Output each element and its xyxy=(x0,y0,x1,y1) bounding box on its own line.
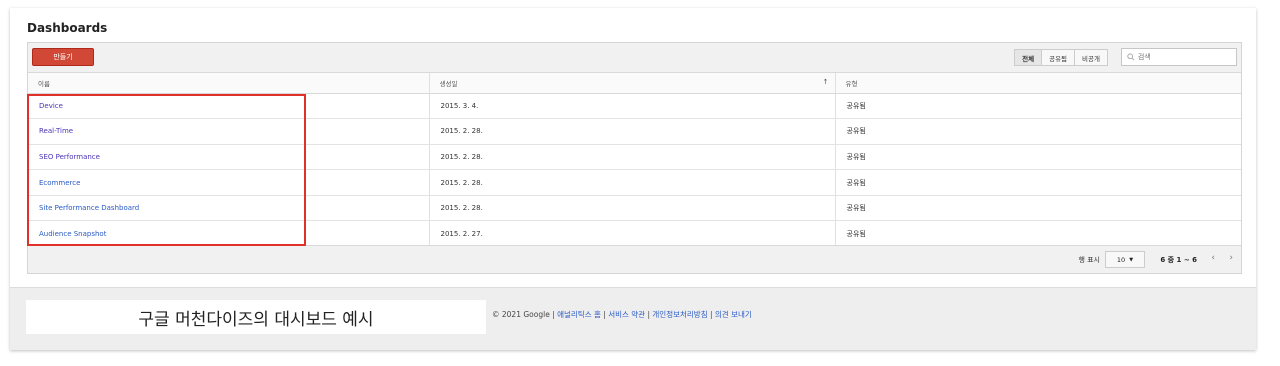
type-cell: 공유됨 xyxy=(835,195,1241,222)
created-date-cell: 2015. 2. 28. xyxy=(429,169,836,196)
toolbar: 만들기 전체 공유됨 비공개 xyxy=(28,43,1241,73)
created-date-cell: 2015. 2. 28. xyxy=(429,144,836,171)
table-row: Audience Snapshot 2015. 2. 27. 공유됨 xyxy=(28,220,1241,248)
search-box[interactable] xyxy=(1121,48,1237,66)
table-row: Real-Time 2015. 2. 28. 공유됨 xyxy=(28,118,1241,145)
search-icon xyxy=(1127,53,1135,61)
table-row: Ecommerce 2015. 2. 28. 공유됨 xyxy=(28,169,1241,196)
footer-link-analytics-home[interactable]: 애널리틱스 홈 xyxy=(557,310,601,319)
filter-all[interactable]: 전체 xyxy=(1014,49,1043,66)
column-header-name[interactable]: 이름 xyxy=(28,73,430,94)
caption: 구글 머천다이즈의 대시보드 예시 xyxy=(26,300,486,334)
next-page-icon[interactable]: › xyxy=(1229,253,1233,263)
table-header-row: 이름 생성일 ↑ 유형 xyxy=(28,73,1241,94)
created-date-cell: 2015. 3. 4. xyxy=(429,93,836,120)
type-cell: 공유됨 xyxy=(835,93,1241,120)
footer-link-feedback[interactable]: 의견 보내기 xyxy=(715,310,752,319)
dashboard-name-cell: Audience Snapshot xyxy=(28,220,430,248)
page-title: Dashboards xyxy=(27,21,108,35)
search-input[interactable] xyxy=(1137,53,1236,61)
rows-per-page-label: 행 표시 xyxy=(1078,256,1100,264)
created-date-cell: 2015. 2. 28. xyxy=(429,195,836,222)
type-cell: 공유됨 xyxy=(835,220,1241,248)
dashboards-card: Dashboards 만들기 전체 공유됨 비공개 검색 이름 생성일 ↑ 유형… xyxy=(10,8,1256,288)
dashboard-link-ecommerce[interactable]: Ecommerce xyxy=(39,179,80,187)
rows-per-page-select[interactable]: 10 ▼ xyxy=(1105,251,1145,268)
prev-page-icon[interactable]: ‹ xyxy=(1211,253,1215,263)
dashboard-link-real-time[interactable]: Real-Time xyxy=(39,127,73,135)
column-header-date[interactable]: 생성일 ↑ xyxy=(429,73,836,94)
dashboard-name-cell: Real-Time xyxy=(28,118,430,145)
table-row: Site Performance Dashboard 2015. 2. 28. … xyxy=(28,195,1241,222)
dashboards-table: 이름 생성일 ↑ 유형 Device 2015. 3. 4. 공유됨 Real-T… xyxy=(28,73,1241,248)
created-date-cell: 2015. 2. 28. xyxy=(429,118,836,145)
footer-link-privacy[interactable]: 개인정보처리방침 xyxy=(652,310,707,319)
type-cell: 공유됨 xyxy=(835,169,1241,196)
filter-private[interactable]: 비공개 xyxy=(1074,49,1108,66)
dashboard-link-seo-performance[interactable]: SEO Performance xyxy=(39,153,100,161)
column-header-type[interactable]: 유형 xyxy=(835,73,1241,94)
create-button[interactable]: 만들기 xyxy=(32,48,94,66)
table-row: SEO Performance 2015. 2. 28. 공유됨 xyxy=(28,144,1241,171)
dashboards-panel: 만들기 전체 공유됨 비공개 이름 xyxy=(27,42,1242,274)
table-row: Device 2015. 3. 4. 공유됨 xyxy=(28,93,1241,120)
type-cell: 공유됨 xyxy=(835,144,1241,171)
footer: © 2021 Google | 애널리틱스 홈 | 서비스 약관 | 개인정보처… xyxy=(492,310,752,319)
copyright-text: © 2021 Google | xyxy=(492,310,558,319)
created-date-cell: 2015. 2. 27. xyxy=(429,220,836,248)
sort-ascending-icon: ↑ xyxy=(822,78,829,86)
pagination-bar: 행 표시 10 ▼ 6 중 1 ~ 6 ‹ › xyxy=(28,245,1241,273)
dashboard-link-device[interactable]: Device xyxy=(39,102,63,110)
chevron-down-icon: ▼ xyxy=(1129,256,1134,263)
app-frame: Dashboards 만들기 전체 공유됨 비공개 검색 이름 생성일 ↑ 유형… xyxy=(10,8,1256,350)
dashboard-name-cell: Site Performance Dashboard xyxy=(28,195,430,222)
type-cell: 공유됨 xyxy=(835,118,1241,145)
dashboard-link-audience-snapshot[interactable]: Audience Snapshot xyxy=(39,230,106,238)
dashboard-link-site-performance[interactable]: Site Performance Dashboard xyxy=(39,204,139,212)
dashboard-name-cell: Ecommerce xyxy=(28,169,430,196)
filter-shared[interactable]: 공유됨 xyxy=(1041,49,1076,66)
page-range: 6 중 1 ~ 6 xyxy=(1160,256,1197,264)
footer-link-terms[interactable]: 서비스 약관 xyxy=(608,310,645,319)
dashboard-name-cell: SEO Performance xyxy=(28,144,430,171)
visibility-filter: 전체 공유됨 비공개 xyxy=(1014,49,1108,66)
dashboard-name-cell: Device xyxy=(28,93,430,120)
